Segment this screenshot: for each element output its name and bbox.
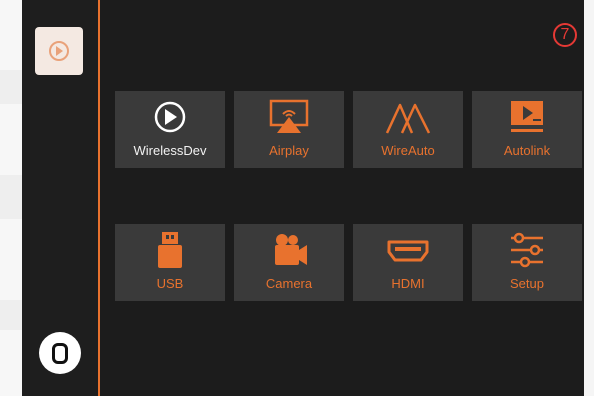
tile-label: Autolink [503,143,551,158]
tile-autolink[interactable]: Autolink [472,91,582,168]
home-button[interactable] [39,332,81,374]
sidebar [22,0,98,396]
tile-label: Setup [510,276,544,291]
edge-segment [0,70,22,104]
tile-camera[interactable]: Camera [234,224,344,301]
play-triangle-icon [56,46,63,56]
usb-drive-icon [158,232,182,268]
wireauto-logo-icon [385,103,431,134]
tile-label: WirelessDev [133,143,207,158]
hdmi-icon [387,240,429,262]
tile-airplay[interactable]: Airplay [234,91,344,168]
monitor-play-icon [511,101,543,132]
sidebar-divider [98,0,100,396]
tile-setup[interactable]: Setup [472,224,582,301]
edge-segment [0,175,22,219]
active-app-button[interactable] [35,27,83,75]
left-edge-strip [0,0,22,396]
head-unit-screen: 7 WirelessDev Airplay WireAuto Autolink … [22,0,584,396]
play-circle-icon [154,101,186,133]
video-camera-icon [275,234,307,265]
airplay-icon [269,99,309,133]
tile-usb[interactable]: USB [115,224,225,301]
tile-label: HDMI [391,276,425,291]
home-button-icon [52,343,68,364]
tile-wirelessdev[interactable]: WirelessDev [115,91,225,168]
tile-label: Airplay [269,143,309,158]
tile-wireauto[interactable]: WireAuto [353,91,463,168]
edge-segment [0,300,22,330]
tile-label: USB [156,276,184,291]
sliders-icon [511,232,543,268]
tile-label: Camera [265,276,313,291]
tile-hdmi[interactable]: HDMI [353,224,463,301]
tile-label: WireAuto [381,143,435,158]
annotation-badge: 7 [553,23,577,47]
